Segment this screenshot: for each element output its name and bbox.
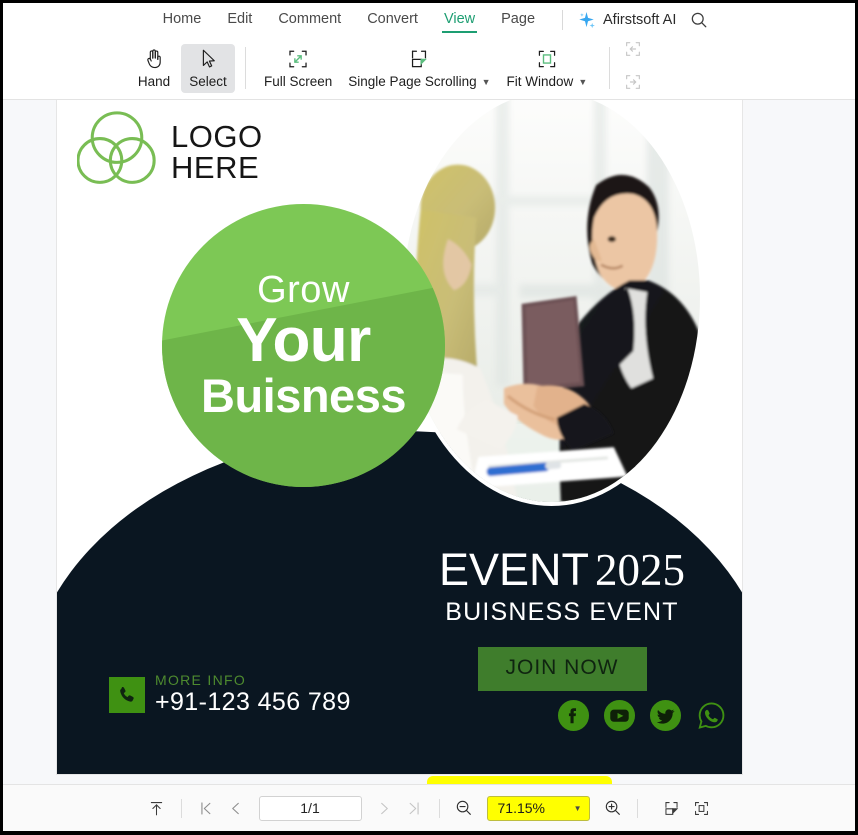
menu-tabs: Home Edit Comment Convert View Page	[150, 7, 548, 33]
ribbon-separator	[245, 47, 246, 89]
page-scrolling-text: Single Page Scrolling	[348, 73, 477, 89]
phone-icon	[109, 677, 145, 714]
ai-assistant-button[interactable]: Afirstsoft AI	[577, 11, 676, 30]
next-page-icon[interactable]	[370, 794, 400, 822]
flyer-logo: LOGO HERE	[76, 110, 263, 195]
logo-line-2: HERE	[171, 149, 260, 185]
contact-text: MORE INFO +91-123 456 789	[155, 672, 351, 717]
search-icon[interactable]	[690, 11, 708, 29]
three-circles-logo-icon	[76, 110, 157, 195]
logo-line-1: LOGO	[171, 119, 263, 155]
select-tool-button[interactable]: Select	[181, 43, 235, 93]
zoom-controls: 71.15% ▼	[449, 794, 628, 822]
bottom-separator-2	[438, 798, 440, 818]
chevron-down-icon[interactable]: ▼	[482, 77, 491, 87]
ai-brand-label: Afirstsoft AI	[603, 12, 677, 28]
tab-home[interactable]: Home	[150, 7, 215, 33]
fit-window-icon	[535, 47, 559, 72]
zoom-level-value: 71.15%	[497, 800, 545, 816]
youtube-icon[interactable]	[603, 699, 636, 732]
bottom-separator-1	[180, 798, 182, 818]
page-scrolling-icon	[407, 47, 431, 72]
sparkle-icon	[577, 11, 596, 30]
chevron-down-icon[interactable]: ▼	[574, 804, 582, 813]
contact-label: MORE INFO	[155, 672, 247, 688]
event-subtitle: BUISNESS EVENT	[445, 598, 679, 626]
event-title-main: EVENT	[438, 544, 590, 595]
menu-divider	[562, 10, 564, 30]
logo-text: LOGO HERE	[171, 119, 263, 185]
contact-info: MORE INFO +91-123 456 789	[109, 672, 351, 717]
ribbon-separator-2	[609, 47, 611, 89]
event-title: EVENT 2025	[397, 544, 727, 596]
badge-line-2: Your	[236, 306, 371, 376]
hand-tool-label: Hand	[137, 73, 171, 89]
badge-text: Grow Your Buisness	[162, 204, 445, 487]
social-icons	[557, 699, 728, 732]
contact-number: +91-123 456 789	[155, 688, 351, 717]
whatsapp-icon[interactable]	[695, 699, 728, 732]
facebook-icon[interactable]	[557, 699, 590, 732]
document-viewport[interactable]: LOGO HERE Grow Your Buisness EVENT 2025 …	[3, 100, 855, 784]
fit-window-button[interactable]: Fit Window ▼	[499, 44, 596, 93]
scroll-to-top-icon[interactable]	[142, 794, 172, 822]
fit-window-label: Fit Window ▼	[507, 74, 588, 89]
badge-line-3: Buisness	[201, 368, 406, 422]
fit-page-icon[interactable]	[687, 794, 717, 822]
app-window: Home Edit Comment Convert View Page Afir…	[0, 0, 858, 835]
full-screen-label: Full Screen	[264, 73, 333, 89]
tab-page[interactable]: Page	[488, 7, 548, 33]
full-screen-icon	[286, 47, 310, 72]
tab-view[interactable]: View	[431, 7, 488, 33]
page-scrolling-label: Single Page Scrolling ▼	[348, 74, 490, 89]
hand-tool-button[interactable]: Hand	[127, 44, 181, 93]
event-title-year: 2025	[595, 545, 686, 595]
flyer-artwork: LOGO HERE Grow Your Buisness EVENT 2025 …	[57, 100, 742, 774]
cursor-arrow-icon	[196, 47, 220, 72]
event-info-block: EVENT 2025 BUISNESS EVENT JOIN NOW	[397, 544, 727, 691]
view-ribbon-toolbar: Hand Select Full Screen Single Page Scro…	[3, 37, 855, 100]
tab-edit[interactable]: Edit	[214, 7, 265, 33]
bottom-toolbar: 1/1 71.15% ▼	[3, 784, 855, 831]
rotate-buttons-group	[622, 38, 644, 98]
hand-icon	[142, 47, 166, 72]
select-tool-label: Select	[189, 73, 227, 89]
twitter-icon[interactable]	[649, 699, 682, 732]
zoom-level-select[interactable]: 71.15% ▼	[486, 795, 590, 821]
rotate-right-icon[interactable]	[622, 71, 644, 98]
pdf-page[interactable]: LOGO HERE Grow Your Buisness EVENT 2025 …	[56, 100, 743, 775]
first-page-icon[interactable]	[191, 794, 221, 822]
chevron-down-icon[interactable]: ▼	[578, 77, 587, 87]
tab-comment[interactable]: Comment	[265, 7, 354, 33]
last-page-icon[interactable]	[400, 794, 430, 822]
fit-window-text: Fit Window	[506, 73, 574, 89]
zoom-in-icon[interactable]	[598, 794, 628, 822]
rotate-left-icon[interactable]	[622, 38, 644, 65]
zoom-out-icon[interactable]	[449, 794, 479, 822]
full-screen-button[interactable]: Full Screen	[256, 44, 340, 93]
tab-convert[interactable]: Convert	[354, 7, 431, 33]
page-number-input[interactable]: 1/1	[258, 795, 362, 821]
join-now-button[interactable]: JOIN NOW	[477, 647, 647, 691]
prev-page-icon[interactable]	[221, 794, 251, 822]
bottom-separator-3	[636, 798, 638, 818]
page-layout-icon[interactable]	[657, 794, 687, 822]
grow-your-business-badge: Grow Your Buisness	[162, 204, 445, 487]
page-scrolling-button[interactable]: Single Page Scrolling ▼	[340, 44, 498, 93]
badge-line-1: Grow	[257, 269, 350, 312]
menu-bar: Home Edit Comment Convert View Page Afir…	[3, 3, 855, 37]
